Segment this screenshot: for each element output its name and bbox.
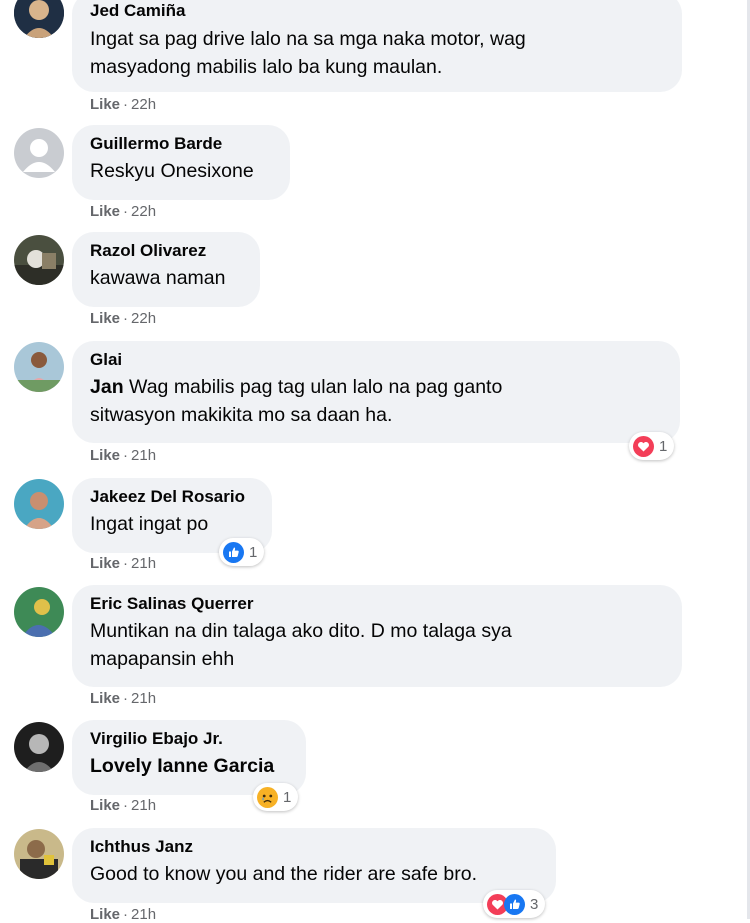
comment-text-line: sitwasyon makikita mo sa daan ha.: [90, 404, 393, 426]
timestamp[interactable]: 22h: [131, 203, 156, 220]
reaction-count: 3: [530, 895, 539, 913]
timestamp[interactable]: 22h: [131, 96, 156, 113]
comment-text-line: Ingat sa pag drive lalo na sa mga naka m…: [90, 28, 526, 50]
like-link[interactable]: Like: [90, 797, 120, 814]
comment-bubble: Eric Salinas Querrer Muntikan na din tal…: [72, 585, 682, 687]
comment-meta: Like · 21h: [90, 447, 156, 464]
separator-dot: ·: [123, 310, 129, 327]
reaction-count: 1: [659, 437, 668, 455]
like-icon: [504, 893, 525, 915]
comment-text-line: Muntikan na din talaga ako dito. D mo ta…: [90, 620, 512, 642]
comment-author[interactable]: Eric Salinas Querrer: [90, 594, 664, 614]
comment-text: Muntikan na din talaga ako dito. D mo ta…: [90, 617, 664, 673]
reaction-summary[interactable]: 3: [483, 890, 546, 918]
avatar[interactable]: [14, 722, 64, 772]
reaction-summary[interactable]: 1: [629, 432, 675, 460]
sad-icon: [257, 786, 278, 808]
separator-dot: ·: [123, 690, 129, 707]
comment-meta: Like · 21h: [90, 906, 156, 923]
comment-meta: Like · 22h: [90, 203, 156, 220]
comment-text-line: Jan Wag mabilis pag tag ulan lalo na pag…: [90, 373, 662, 401]
comment-text-line: masyadong mabilis lalo ba kung maulan.: [90, 56, 443, 78]
comment-bubble: Glai Jan Wag mabilis pag tag ulan lalo n…: [72, 341, 680, 443]
mention-tag[interactable]: Lovely Ianne Garcia: [90, 755, 274, 777]
comment-text: Good to know you and the rider are safe …: [90, 863, 477, 885]
comment-meta: Like · 21h: [90, 555, 156, 572]
avatar[interactable]: [14, 342, 64, 392]
comment-author[interactable]: Glai: [90, 350, 662, 370]
mention-tag[interactable]: Jan: [90, 376, 124, 398]
avatar[interactable]: [14, 128, 64, 178]
comment-author[interactable]: Jed Camiña: [90, 1, 664, 21]
like-link[interactable]: Like: [90, 690, 120, 707]
separator-dot: ·: [123, 555, 129, 572]
comment-text: Ingat sa pag drive lalo na sa mga naka m…: [90, 25, 664, 81]
comment-bubble: Razol Olivarez kawawa naman: [72, 232, 260, 307]
comment-text-fragment: Wag mabilis pag tag ulan lalo na pag gan…: [123, 376, 503, 398]
timestamp[interactable]: 21h: [131, 906, 156, 923]
separator-dot: ·: [123, 906, 129, 923]
comment-bubble: Ichthus Janz Good to know you and the ri…: [72, 828, 556, 903]
love-icon: [633, 435, 654, 457]
separator-dot: ·: [123, 797, 129, 814]
reaction-count: 1: [283, 788, 292, 806]
comment-text: Ingat ingat po: [90, 513, 209, 535]
like-link[interactable]: Like: [90, 447, 120, 464]
timestamp[interactable]: 22h: [131, 310, 156, 327]
separator-dot: ·: [123, 203, 129, 220]
comment-meta: Like · 22h: [90, 96, 156, 113]
comment-text: Lovely Ianne Garcia: [90, 752, 288, 780]
avatar[interactable]: [14, 235, 64, 285]
comment-text-line: mapapansin ehh: [90, 648, 235, 670]
separator-dot: ·: [123, 96, 129, 113]
comment-author[interactable]: Ichthus Janz: [90, 837, 538, 857]
comment-author[interactable]: Jakeez Del Rosario: [90, 487, 254, 507]
like-link[interactable]: Like: [90, 310, 120, 327]
like-link[interactable]: Like: [90, 96, 120, 113]
reaction-summary[interactable]: 1: [219, 538, 265, 566]
like-link[interactable]: Like: [90, 555, 120, 572]
like-link[interactable]: Like: [90, 203, 120, 220]
avatar[interactable]: [14, 829, 64, 879]
comment-meta: Like · 22h: [90, 310, 156, 327]
like-link[interactable]: Like: [90, 906, 120, 923]
comment-meta: Like · 21h: [90, 797, 156, 814]
reaction-count: 1: [249, 543, 258, 561]
comment-bubble: Jed Camiña Ingat sa pag drive lalo na sa…: [72, 0, 682, 92]
comment-text: Jan Wag mabilis pag tag ulan lalo na pag…: [90, 373, 662, 429]
avatar[interactable]: [14, 587, 64, 637]
timestamp[interactable]: 21h: [131, 690, 156, 707]
comment-meta: Like · 21h: [90, 690, 156, 707]
comment-bubble: Guillermo Barde Reskyu Onesixone: [72, 125, 290, 200]
avatar[interactable]: [14, 479, 64, 529]
timestamp[interactable]: 21h: [131, 447, 156, 464]
timestamp[interactable]: 21h: [131, 797, 156, 814]
comment-author[interactable]: Guillermo Barde: [90, 134, 272, 154]
like-icon: [223, 541, 244, 563]
comment-author[interactable]: Virgilio Ebajo Jr.: [90, 729, 288, 749]
comment-text: Reskyu Onesixone: [90, 160, 254, 182]
avatar[interactable]: [14, 0, 64, 38]
comment-text: kawawa naman: [90, 267, 226, 289]
reaction-summary[interactable]: 1: [253, 783, 299, 811]
comment-author[interactable]: Razol Olivarez: [90, 241, 242, 261]
separator-dot: ·: [123, 447, 129, 464]
timestamp[interactable]: 21h: [131, 555, 156, 572]
